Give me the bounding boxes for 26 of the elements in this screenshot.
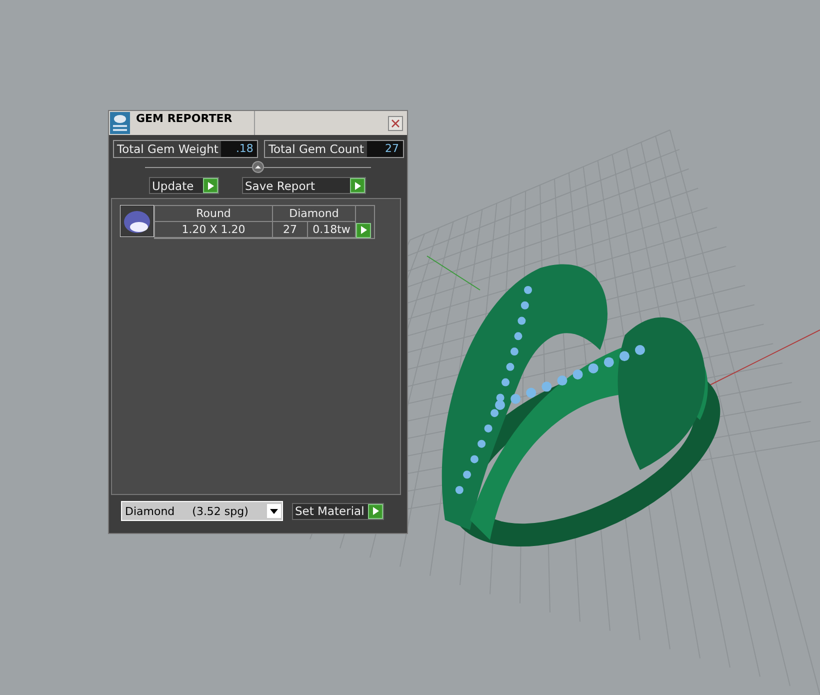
set-material-button[interactable]: Set Material	[292, 502, 384, 520]
close-icon	[391, 118, 400, 128]
table-cell: 27	[273, 222, 308, 238]
app-icon	[110, 112, 130, 134]
table-cell: 0.18tw	[308, 222, 356, 238]
play-icon	[208, 182, 214, 190]
collapse-handle-icon[interactable]	[252, 161, 264, 173]
y-axis-line	[426, 256, 480, 290]
action-button[interactable]: Save Report	[242, 177, 366, 194]
window-title: GEM REPORTER	[136, 111, 234, 125]
caret-icon	[270, 508, 278, 514]
table-cell: Round	[155, 206, 273, 222]
table-cell: 1.20 X 1.20	[155, 222, 273, 238]
play-icon	[372, 507, 378, 515]
material-dropdown[interactable]: Diamond (3.52 spg)	[121, 501, 283, 521]
play-icon	[354, 182, 360, 190]
gem-thumbnail-icon	[120, 205, 154, 237]
play-icon	[360, 226, 366, 234]
go-button[interactable]	[356, 222, 371, 238]
table-cell: Diamond	[273, 206, 356, 222]
total-value: .18	[221, 141, 258, 157]
total-label: Total Gem Count	[265, 141, 367, 157]
action-button[interactable]: Update	[149, 177, 219, 194]
close-button[interactable]	[388, 116, 403, 130]
total-value: 27	[366, 141, 403, 157]
total-label: Total Gem Weight	[114, 141, 222, 157]
